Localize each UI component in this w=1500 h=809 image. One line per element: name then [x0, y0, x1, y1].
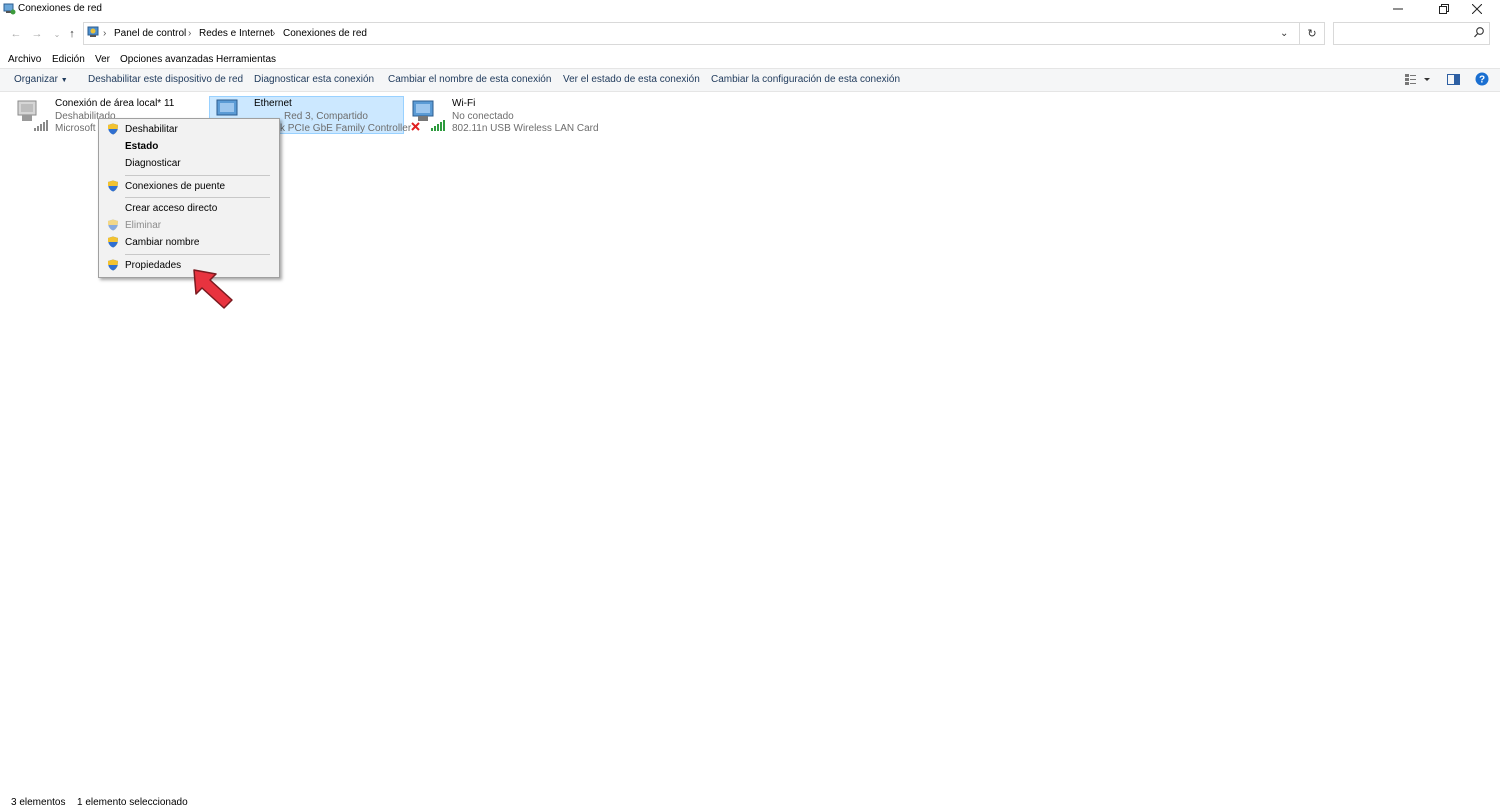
- item-count: 3 elementos: [11, 797, 66, 808]
- uac-shield-icon: [108, 236, 118, 248]
- menu-archivo[interactable]: Archivo: [8, 54, 41, 65]
- breadcrumb-separator: ›: [272, 28, 276, 39]
- title-bar: Conexiones de red: [0, 0, 1500, 17]
- context-menu: Deshabilitar Estado Diagnosticar Conexio…: [98, 118, 280, 278]
- connection-device: 802.11n USB Wireless LAN Card: [452, 123, 599, 134]
- connection-status: Red 3, Compartido: [284, 111, 368, 122]
- pointer-arrow-icon: [190, 266, 238, 313]
- menu-item-diagnosticar[interactable]: Diagnosticar: [125, 158, 181, 169]
- connection-name: Ethernet: [254, 98, 292, 109]
- view-status-button[interactable]: Ver el estado de esta conexión: [563, 74, 700, 85]
- breadcrumb-separator: ›: [188, 28, 192, 39]
- organize-button[interactable]: Organizar ▼: [14, 74, 68, 85]
- menu-item-crear-acceso-directo[interactable]: Crear acceso directo: [125, 203, 217, 214]
- status-bar: 3 elementos 1 elemento seleccionado: [0, 796, 1500, 809]
- connection-name: Wi-Fi: [452, 98, 476, 109]
- diagnose-connection-button[interactable]: Diagnosticar esta conexión: [254, 74, 374, 85]
- search-input[interactable]: [1333, 22, 1490, 45]
- connection-status: No conectado: [452, 111, 514, 122]
- control-panel-icon: [87, 26, 100, 42]
- disable-device-button[interactable]: Deshabilitar este dispositivo de red: [88, 74, 243, 85]
- window-title: Conexiones de red: [18, 3, 102, 14]
- chevron-down-icon: ▼: [60, 77, 68, 84]
- change-settings-button[interactable]: Cambiar la configuración de esta conexió…: [711, 74, 900, 85]
- uac-shield-icon: [108, 123, 118, 135]
- breadcrumb-control-panel[interactable]: Panel de control: [114, 28, 186, 39]
- preview-pane-icon[interactable]: [1447, 74, 1460, 88]
- rename-connection-button[interactable]: Cambiar el nombre de esta conexión: [388, 74, 551, 85]
- view-options-icon[interactable]: [1405, 73, 1431, 89]
- recent-locations-chevron-icon[interactable]: ⌄: [50, 27, 64, 41]
- breadcrumb-network-connections[interactable]: Conexiones de red: [283, 28, 367, 39]
- menu-ver[interactable]: Ver: [95, 54, 110, 65]
- minimize-icon[interactable]: [1375, 0, 1421, 17]
- close-icon[interactable]: [1454, 0, 1500, 17]
- menu-bar: Archivo Edición Ver Opciones avanzadas H…: [0, 52, 1500, 67]
- wireless-adapter-icon: [409, 98, 449, 137]
- address-bar[interactable]: › Panel de control › Redes e Internet › …: [83, 22, 1300, 45]
- menu-item-propiedades[interactable]: Propiedades: [125, 260, 181, 271]
- menu-separator: [125, 254, 270, 255]
- forward-arrow-icon[interactable]: →: [30, 27, 44, 41]
- menu-item-cambiar-nombre[interactable]: Cambiar nombre: [125, 237, 199, 248]
- up-arrow-icon[interactable]: ↑: [65, 27, 79, 41]
- connection-device: k PCIe GbE Family Controller: [280, 123, 412, 134]
- uac-shield-icon: [108, 259, 118, 271]
- menu-item-estado[interactable]: Estado: [125, 141, 158, 152]
- menu-opciones-avanzadas[interactable]: Opciones avanzadas: [120, 54, 213, 65]
- back-arrow-icon[interactable]: ←: [9, 27, 23, 41]
- connection-name: Conexión de área local* 11: [55, 98, 175, 109]
- network-adapter-icon: [14, 98, 52, 137]
- selection-count: 1 elemento seleccionado: [77, 797, 188, 808]
- menu-item-deshabilitar[interactable]: Deshabilitar: [125, 124, 178, 135]
- breadcrumb-network-internet[interactable]: Redes e Internet: [199, 28, 273, 39]
- help-icon[interactable]: ?: [1475, 72, 1489, 89]
- breadcrumb-separator: ›: [103, 28, 107, 39]
- menu-item-eliminar: Eliminar: [125, 220, 162, 231]
- connection-device: Microsoft: [55, 123, 96, 134]
- search-icon: [1474, 27, 1484, 41]
- menu-edicion[interactable]: Edición: [52, 54, 85, 65]
- menu-separator: [125, 175, 270, 176]
- uac-shield-icon: [108, 180, 118, 192]
- svg-text:?: ?: [1479, 75, 1485, 86]
- command-bar: Organizar ▼ Deshabilitar este dispositiv…: [0, 68, 1500, 92]
- menu-herramientas[interactable]: Herramientas: [216, 54, 276, 65]
- refresh-icon[interactable]: ↻: [1299, 22, 1325, 45]
- menu-item-conexiones-de-puente[interactable]: Conexiones de puente: [125, 181, 225, 192]
- connection-item-wifi[interactable]: Wi-Fi No conectado 802.11n USB Wireless …: [409, 96, 599, 134]
- network-connections-icon: [3, 2, 16, 18]
- organize-label: Organizar: [14, 74, 58, 85]
- menu-separator: [125, 197, 270, 198]
- address-dropdown-chevron-icon[interactable]: ⌄: [1280, 28, 1288, 39]
- uac-shield-icon: [108, 219, 118, 231]
